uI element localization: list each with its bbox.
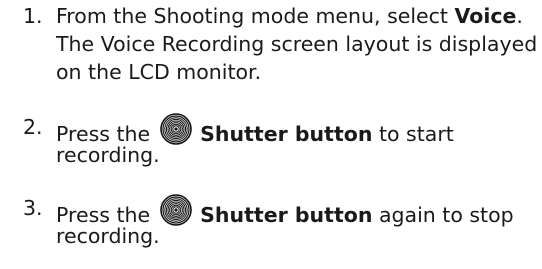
step-text: From the Shooting mode menu, select Voic…: [56, 2, 542, 86]
step-text-suffix: .: [516, 4, 523, 28]
step-text-prefix: From the Shooting mode menu, select: [56, 4, 455, 28]
step-number: 3.: [23, 196, 43, 220]
step-line: Press the Shutter button to start: [56, 113, 542, 146]
step-line: Press the Shutter button again to stop: [56, 194, 542, 227]
step-line: The Voice Recording screen layout is dis…: [56, 32, 538, 56]
step-number: 1.: [23, 4, 43, 28]
step-number: 2.: [23, 115, 43, 139]
step-text: Press the Shutter button to start record…: [56, 113, 542, 169]
shutter-button-icon: [159, 113, 192, 145]
voice-menu-option: Voice: [454, 4, 517, 28]
step-text: Press the Shutter button again to stop r…: [56, 194, 542, 250]
step-line: From the Shooting mode menu, select Voic…: [56, 2, 542, 30]
shutter-button-label: Shutter button: [200, 122, 373, 146]
step-text-suffix: again to stop: [372, 203, 514, 227]
shutter-button-label: Shutter button: [200, 203, 373, 227]
step-line: on the LCD monitor.: [56, 60, 262, 84]
shutter-button-icon: [159, 194, 192, 226]
step-text-suffix: to start: [372, 122, 454, 146]
